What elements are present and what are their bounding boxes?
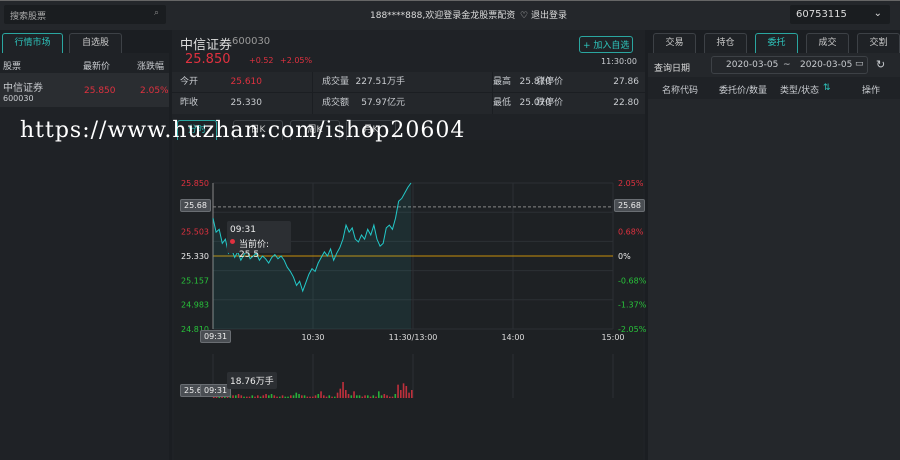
volume-bar — [257, 395, 259, 398]
volume-bar — [251, 395, 254, 398]
tab-settlement[interactable]: 交割 — [857, 33, 900, 53]
volume-bar — [314, 395, 317, 398]
volume-bar — [375, 396, 377, 398]
volume-bar — [328, 395, 331, 398]
volume-bar — [246, 396, 248, 398]
x-tick-label: 14:00 — [501, 333, 524, 342]
volume-bar — [391, 396, 394, 398]
volume-bar — [295, 392, 298, 398]
y-tick-label-pct: -1.37% — [618, 301, 647, 310]
volume-bar — [290, 395, 292, 398]
volume-bar — [262, 395, 265, 398]
volume-bar — [367, 395, 369, 398]
volume-bar — [347, 394, 350, 398]
volume-bar — [394, 394, 397, 398]
volume-bar — [386, 395, 388, 398]
tab-fills[interactable]: 成交 — [806, 33, 849, 53]
tab-trade[interactable]: 交易 — [653, 33, 696, 53]
date-label: 查询日期 — [654, 64, 691, 74]
calendar-icon: ▭ — [855, 59, 864, 69]
volume-bar — [334, 396, 336, 398]
volume-bar — [265, 394, 267, 398]
volume-bar — [325, 396, 328, 398]
x-tick-label: 10:30 — [301, 333, 324, 342]
volume-bar — [372, 395, 375, 398]
y-tick-label-pct: 0.68% — [618, 228, 644, 237]
volume-bar — [270, 394, 273, 398]
y-tick-label-pct: -0.68% — [618, 276, 647, 285]
volume-bar — [248, 396, 251, 398]
volume-bar — [232, 395, 234, 398]
volume-bar — [323, 395, 325, 398]
tooltip: 09:31 当前价: 25.5 — [227, 221, 291, 260]
volume-bar — [237, 394, 240, 398]
tab-orders[interactable]: 委托 — [755, 33, 798, 53]
volume-bar — [320, 391, 322, 398]
volume-bar — [405, 386, 408, 398]
y-tick-label: 25.503 — [181, 228, 209, 237]
volume-bar — [336, 392, 339, 398]
x-tick-label: 11:30/13:00 — [389, 333, 438, 342]
y-tick-label: 25.330 — [181, 252, 209, 261]
volume-bar — [287, 396, 289, 398]
volume-bar — [400, 390, 402, 398]
y-tick-label-pct: 2.05% — [618, 179, 644, 188]
volume-bar — [303, 395, 306, 398]
date-range-input[interactable]: 2020-03-05 ~ 2020-03-05 ▭ — [711, 56, 868, 74]
volume-bar — [281, 395, 284, 398]
order-table-header: 名称代码 委托价/数量 类型/状态 ⇅ 操作 — [648, 77, 900, 99]
volume-bar — [254, 396, 256, 398]
volume-bar — [309, 396, 311, 398]
volume-bar — [312, 396, 314, 398]
volume-bar — [317, 394, 320, 398]
volume-bar — [364, 395, 366, 398]
volume-bar — [369, 396, 372, 398]
volume-bar — [361, 396, 364, 398]
y-tick-label: 24.983 — [181, 301, 209, 310]
volume-bar — [345, 390, 347, 398]
volume-bar — [353, 391, 355, 398]
y-tick-label-pct: 0% — [618, 252, 631, 261]
volume-bar — [358, 395, 361, 398]
volume-bar — [378, 391, 380, 398]
crosshair-price-left: 25.68 — [180, 199, 211, 212]
volume-bar — [408, 392, 410, 398]
volume-bar — [268, 395, 270, 398]
volume-bar — [411, 390, 413, 398]
volume-bar — [339, 388, 342, 398]
x-tick-label: 15:00 — [601, 333, 624, 342]
volume-tooltip: 18.76万手 — [227, 372, 277, 389]
volume-bar — [301, 395, 303, 398]
volume-bar — [279, 396, 281, 398]
volume-bar — [350, 395, 353, 398]
volume-bar — [306, 396, 309, 398]
volume-bar — [383, 394, 386, 398]
volume-bar — [276, 396, 278, 398]
volume-bar — [235, 395, 237, 398]
volume-bar — [284, 396, 287, 398]
volume-bar — [240, 395, 243, 398]
volume-bar — [342, 382, 344, 398]
volume-bar — [356, 395, 358, 398]
dot-icon — [230, 239, 235, 244]
y-tick-label: 25.157 — [181, 276, 209, 285]
volume-bar — [380, 395, 383, 398]
volume-bar — [259, 396, 262, 398]
tab-positions[interactable]: 持仓 — [704, 33, 747, 53]
volume-bar — [389, 396, 391, 398]
crosshair-price-right: 25.68 — [614, 199, 645, 212]
volume-bar — [292, 395, 295, 398]
sort-icon[interactable]: ⇅ — [823, 83, 831, 93]
volume-bar — [402, 383, 405, 398]
y-tick-label: 25.850 — [181, 179, 209, 188]
volume-bar — [397, 384, 399, 398]
trade-panel — [648, 53, 900, 460]
volume-bar — [331, 396, 333, 398]
volume-bar — [273, 395, 276, 398]
volume-bar — [298, 394, 300, 398]
volume-bar — [243, 396, 245, 398]
watermark: https://www.huzhan.com/ishop20604 — [20, 118, 466, 143]
refresh-icon[interactable]: ↻ — [876, 58, 885, 71]
crosshair-time: 09:31 — [200, 330, 232, 343]
